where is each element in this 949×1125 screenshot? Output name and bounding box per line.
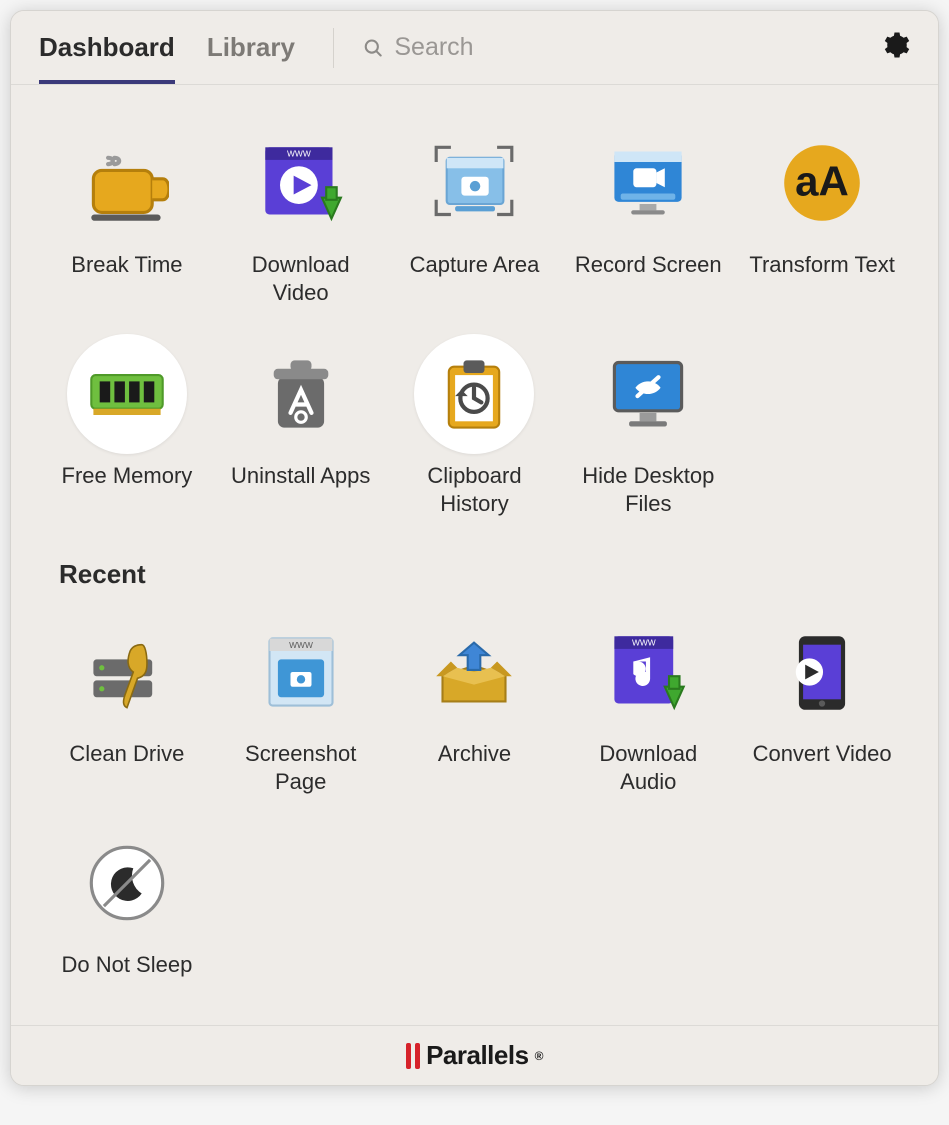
tool-label: Download Video	[223, 251, 379, 306]
screenshot-page-icon	[241, 612, 361, 732]
tool-label: Free Memory	[62, 462, 193, 490]
toolbar: Dashboard Library	[11, 11, 938, 85]
separator	[333, 28, 334, 68]
hide-desktop-icon	[588, 334, 708, 454]
coffee-icon	[67, 123, 187, 243]
archive-icon	[414, 612, 534, 732]
search-box[interactable]	[362, 33, 852, 62]
tool-label: Transform Text	[749, 251, 894, 279]
tool-download-audio[interactable]: Download Audio	[570, 604, 726, 795]
tool-break-time[interactable]: Break Time	[49, 115, 205, 306]
trash-app-icon	[241, 334, 361, 454]
search-input[interactable]	[394, 33, 852, 62]
do-not-sleep-icon	[67, 823, 187, 943]
tool-hide-desktop-files[interactable]: Hide Desktop Files	[570, 326, 726, 517]
tool-label: Archive	[438, 740, 511, 768]
ram-icon	[67, 334, 187, 454]
record-screen-icon	[588, 123, 708, 243]
tool-archive[interactable]: Archive	[397, 604, 553, 795]
tool-label: Record Screen	[575, 251, 722, 279]
footer: Parallels®	[11, 1025, 938, 1085]
tool-do-not-sleep[interactable]: Do Not Sleep	[49, 815, 205, 979]
settings-button[interactable]	[880, 30, 910, 65]
recent-tools-grid: Clean Drive Screenshot Page Archive Downloa…	[49, 604, 900, 979]
tool-capture-area[interactable]: Capture Area	[397, 115, 553, 306]
tab-library[interactable]: Library	[207, 11, 295, 84]
download-video-icon	[241, 123, 361, 243]
search-icon	[362, 36, 384, 60]
tool-download-video[interactable]: Download Video	[223, 115, 379, 306]
dashboard-body: Break Time Download Video Capture Area Reco…	[11, 85, 938, 1025]
tool-free-memory[interactable]: Free Memory	[49, 326, 205, 517]
convert-video-icon	[762, 612, 882, 732]
tool-transform-text[interactable]: Transform Text	[744, 115, 900, 306]
tool-label: Clipboard History	[397, 462, 553, 517]
tool-label: Clean Drive	[69, 740, 184, 768]
tab-bar: Dashboard Library	[39, 11, 295, 84]
tool-screenshot-page[interactable]: Screenshot Page	[223, 604, 379, 795]
tab-dashboard[interactable]: Dashboard	[39, 11, 175, 84]
app-window: Dashboard Library Break Time Download Vid…	[10, 10, 939, 1086]
tool-clean-drive[interactable]: Clean Drive	[49, 604, 205, 795]
tool-label: Screenshot Page	[223, 740, 379, 795]
clean-drive-icon	[67, 612, 187, 732]
tool-uninstall-apps[interactable]: Uninstall Apps	[223, 326, 379, 517]
tool-clipboard-history[interactable]: Clipboard History	[397, 326, 553, 517]
tool-label: Do Not Sleep	[61, 951, 192, 979]
tool-label: Download Audio	[570, 740, 726, 795]
download-audio-icon	[588, 612, 708, 732]
brand-logo: Parallels®	[406, 1040, 543, 1071]
parallels-bars-icon	[406, 1043, 420, 1069]
clipboard-history-icon	[414, 334, 534, 454]
brand-text: Parallels	[426, 1040, 528, 1071]
tool-label: Hide Desktop Files	[570, 462, 726, 517]
tool-label: Break Time	[71, 251, 182, 279]
tool-convert-video[interactable]: Convert Video	[744, 604, 900, 795]
capture-area-icon	[414, 123, 534, 243]
tool-label: Capture Area	[410, 251, 540, 279]
main-tools-grid: Break Time Download Video Capture Area Reco…	[49, 115, 900, 517]
tool-label: Convert Video	[753, 740, 892, 768]
recent-section-title: Recent	[59, 559, 900, 590]
tool-label: Uninstall Apps	[231, 462, 370, 490]
tool-record-screen[interactable]: Record Screen	[570, 115, 726, 306]
transform-text-icon	[762, 123, 882, 243]
gear-icon	[880, 30, 910, 60]
